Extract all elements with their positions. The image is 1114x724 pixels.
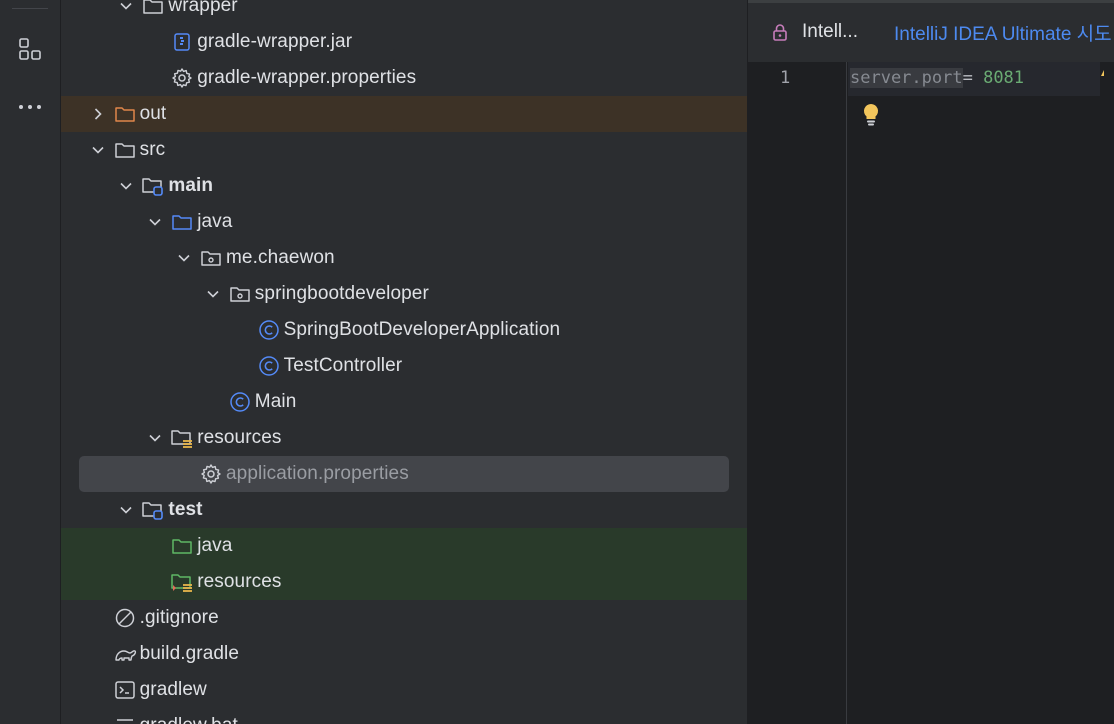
tree-item-label: build.gradle [139, 643, 240, 664]
tree-row[interactable]: gradlew [61, 672, 747, 708]
property-key: server.port [850, 68, 963, 88]
shell-icon [113, 672, 137, 708]
tree-row[interactable]: java [61, 204, 747, 240]
test-source-folder-icon [170, 528, 194, 564]
tool-window-strip [0, 0, 61, 724]
tree-row[interactable]: TestController [61, 348, 747, 384]
tree-row[interactable]: SpringBootDeveloperApplication [61, 312, 747, 348]
editor-tab-bar: Intell... IntelliJ IDEA Ultimate 시도 [748, 0, 1114, 63]
package-icon [199, 240, 223, 276]
tree-item-label: test [168, 499, 203, 520]
inspection-indicator [1100, 68, 1104, 92]
tree-item-label: .gitignore [139, 607, 219, 628]
tree-item-label: java [197, 211, 233, 232]
lightbulb-icon[interactable] [860, 102, 882, 133]
tree-row[interactable]: out [61, 96, 747, 132]
tree-item-label: gradlew.bat [140, 708, 238, 724]
property-separator: = [962, 68, 984, 88]
tree-item-label: main [168, 175, 214, 196]
folder-icon [113, 132, 137, 168]
jar-icon [170, 24, 194, 60]
class-icon [257, 348, 281, 384]
chevron-down-icon[interactable] [118, 492, 134, 528]
editor-tab-label: Intell... [802, 21, 858, 42]
tree-item-label: gradle-wrapper.properties [197, 67, 417, 88]
tree-item-label: gradle-wrapper.jar [197, 31, 353, 52]
tree-item-label: me.chaewon [226, 247, 335, 268]
tree-row[interactable]: Main [61, 384, 747, 420]
tree-row[interactable]: java [61, 528, 747, 564]
code-line[interactable]: server.port= 8081 [850, 68, 1024, 88]
chevron-down-icon[interactable] [118, 0, 134, 24]
tree-row[interactable]: src [61, 132, 747, 168]
class-icon [257, 312, 281, 348]
tree-row[interactable]: resources [61, 564, 747, 600]
properties-icon [170, 60, 194, 96]
tree-row[interactable]: me.chaewon [61, 240, 747, 276]
tree-item-label: resources [197, 427, 282, 448]
tree-row[interactable]: application.properties [61, 456, 747, 492]
line-number-gutter [748, 62, 847, 724]
chevron-down-icon[interactable] [90, 132, 106, 168]
tree-row[interactable]: gradlew.bat [61, 708, 747, 724]
tree-item-label: SpringBootDeveloperApplication [283, 319, 561, 340]
tree-item-label: out [139, 103, 167, 124]
tree-item-label: resources [197, 571, 282, 592]
tree-row[interactable]: resources [61, 420, 747, 456]
tree-item-label: springbootdeveloper [254, 283, 429, 304]
editor-tab[interactable]: Intell... [756, 8, 858, 56]
tree-row[interactable]: springbootdeveloper [61, 276, 747, 312]
tree-item-label: wrapper [168, 0, 238, 16]
strip-divider [12, 8, 48, 9]
resources-folder-icon [170, 420, 194, 456]
property-value: 8081 [983, 68, 1025, 88]
chevron-down-icon[interactable] [147, 420, 163, 456]
tree-row[interactable]: gradle-wrapper.jar [61, 24, 747, 60]
lock-icon [770, 22, 790, 42]
tree-row[interactable]: wrapper [61, 0, 747, 24]
chevron-down-icon[interactable] [205, 276, 221, 312]
chevron-right-icon[interactable] [90, 96, 106, 132]
structure-icon[interactable] [15, 34, 45, 64]
tree-item-label: TestController [283, 355, 403, 376]
ignore-icon [113, 600, 137, 636]
tree-item-label: java [197, 535, 233, 556]
tree-item-label: application.properties [226, 463, 409, 484]
ultimate-trial-link[interactable]: IntelliJ IDEA Ultimate 시도 [894, 8, 1112, 56]
bat-icon [113, 708, 137, 724]
editor-pane: Intell... IntelliJ IDEA Ultimate 시도 1 se… [747, 0, 1114, 724]
folder-icon [141, 0, 165, 24]
chevron-down-icon[interactable] [147, 204, 163, 240]
source-folder-icon [170, 204, 194, 240]
tree-row[interactable]: test [61, 492, 747, 528]
chevron-down-icon[interactable] [176, 240, 192, 276]
chevron-down-icon[interactable] [118, 168, 134, 204]
tree-item-label: gradlew [139, 679, 207, 700]
tree-item-label: src [139, 139, 166, 160]
tree-row[interactable]: build.gradle [61, 636, 747, 672]
test-resources-folder-icon [170, 564, 194, 600]
tree-row[interactable]: gradle-wrapper.properties [61, 60, 747, 96]
gradle-icon [113, 636, 137, 672]
module-folder-icon [141, 492, 165, 528]
package-icon [228, 276, 252, 312]
tree-item-label: Main [254, 391, 297, 412]
more-tools-icon[interactable] [15, 92, 45, 122]
properties-icon [199, 456, 223, 492]
folder-excluded-icon [113, 96, 137, 132]
line-number: 1 [780, 68, 791, 88]
tree-row[interactable]: .gitignore [61, 600, 747, 636]
class-icon [228, 384, 252, 420]
tree-row[interactable]: main [61, 168, 747, 204]
project-tree[interactable]: wrapper gradle-wrapper.jar gradle-wrapper.… [61, 0, 747, 724]
module-folder-icon [141, 168, 165, 204]
